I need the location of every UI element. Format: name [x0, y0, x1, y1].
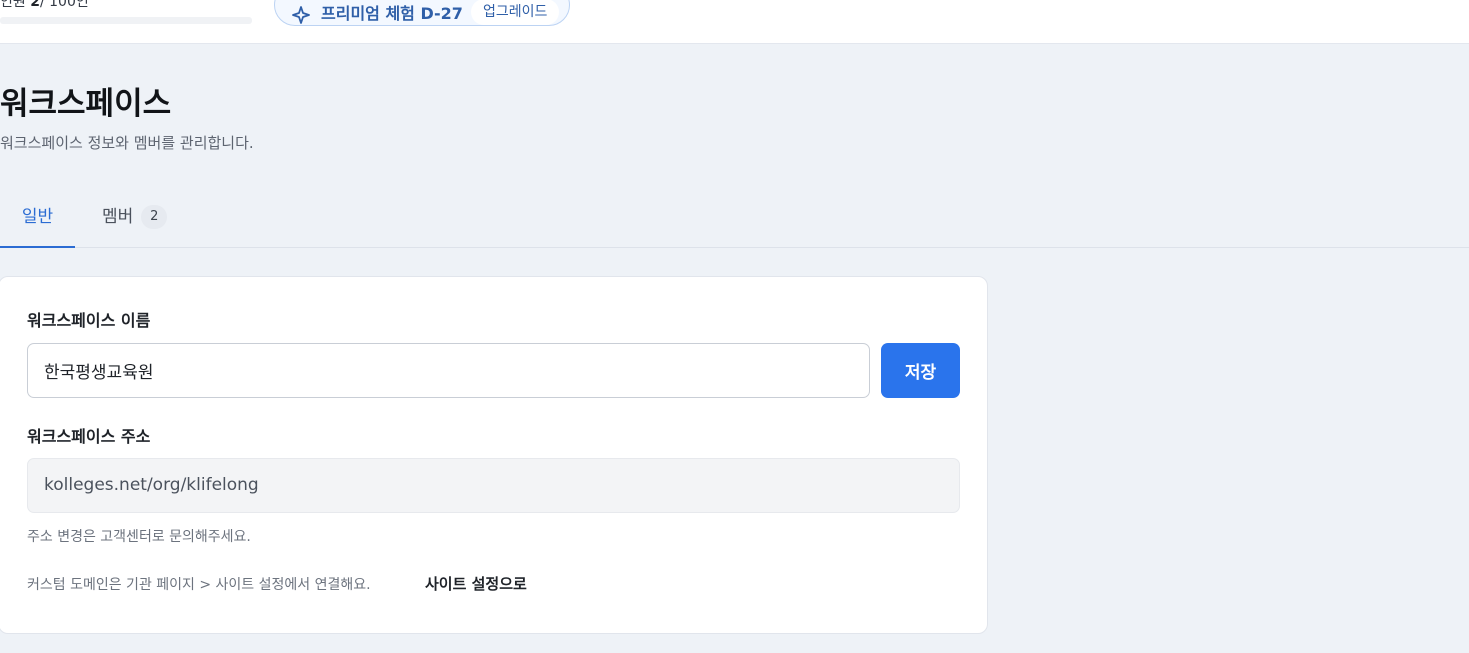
usage-used: 2: [30, 0, 40, 10]
upgrade-button[interactable]: 업그레이드: [471, 0, 560, 25]
premium-trial-pill[interactable]: 프리미엄 체험 D-27 업그레이드: [274, 0, 570, 26]
custom-domain-help-text: 커스텀 도메인은 기관 페이지 > 사이트 설정에서 연결해요.: [27, 577, 371, 593]
workspace-name-label: 워크스페이스 이름: [27, 311, 151, 330]
tab-members[interactable]: 멤버 2: [102, 188, 168, 248]
save-button[interactable]: 저장: [881, 343, 960, 398]
trial-text: 프리미엄 체험 D-27: [321, 4, 463, 23]
sparkle-icon: [292, 6, 310, 24]
address-help-text: 주소 변경은 고객센터로 문의해주세요.: [27, 529, 251, 545]
workspace-address-field: kolleges.net/org/klifelong: [27, 458, 960, 513]
workspace-settings-card: 워크스페이스 이름 저장 워크스페이스 주소 kolleges.net/org/…: [0, 276, 988, 634]
tab-general-label: 일반: [21, 207, 54, 227]
top-bar: 인원 2/ 100인 프리미엄 체험 D-27 업그레이드: [0, 0, 1469, 44]
page-description: 워크스페이스 정보와 멤버를 관리합니다.: [0, 134, 254, 152]
member-usage: 인원 2/ 100인: [0, 0, 89, 11]
workspace-address-label: 워크스페이스 주소: [27, 427, 151, 446]
tab-general[interactable]: 일반: [0, 188, 75, 248]
tab-members-label: 멤버: [102, 207, 134, 227]
usage-label: 인원: [0, 0, 26, 10]
page-title: 워크스페이스: [0, 86, 172, 122]
tab-bar: 일반 멤버 2: [0, 188, 1469, 248]
usage-progress-bar: [0, 17, 252, 24]
usage-separator: /: [39, 0, 45, 10]
workspace-name-input[interactable]: [27, 343, 870, 398]
site-settings-link[interactable]: 사이트 설정으로: [425, 573, 527, 594]
usage-total: 100인: [49, 0, 89, 10]
member-count-badge: 2: [141, 205, 168, 229]
